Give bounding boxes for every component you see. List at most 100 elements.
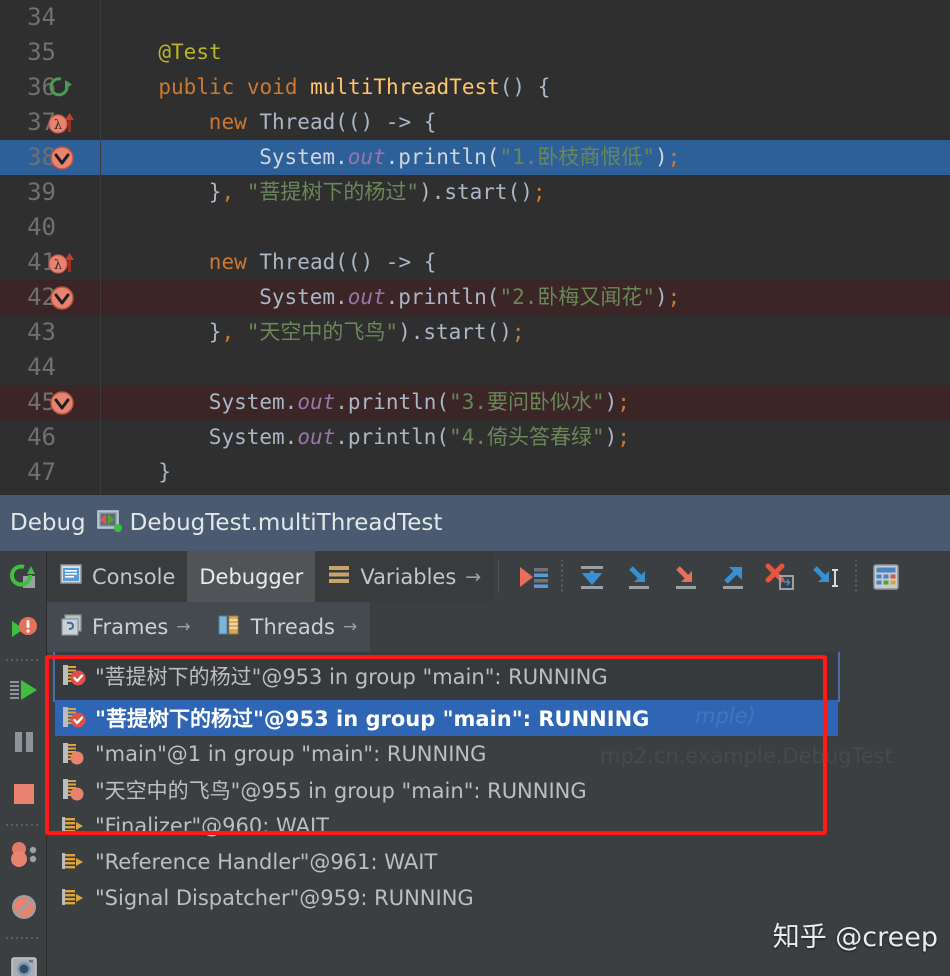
editor-gutter-cell[interactable]: 36 — [0, 70, 100, 105]
code-text: } — [100, 455, 171, 490]
debug-tool-window: Console Debugger Variables → — [0, 551, 950, 976]
thread-label: "菩提树下的杨过"@953 in group "main": RUNNING — [95, 703, 649, 733]
pause-program-button[interactable] — [0, 716, 47, 768]
view-breakpoints-button[interactable] — [0, 829, 47, 881]
line-number: 35 — [8, 35, 56, 70]
code-token: ; — [617, 425, 630, 449]
breakpoint-check-icon[interactable] — [48, 145, 76, 171]
step-out-button[interactable] — [710, 554, 755, 599]
code-text: }, "菩提树下的杨过").start(); — [100, 175, 546, 210]
code-line[interactable]: 38System.out.println("1.卧枝商恨低"); — [0, 140, 950, 175]
editor-gutter-cell[interactable]: 35 — [0, 35, 100, 70]
code-token: System. — [209, 390, 298, 414]
editor-gutter-cell[interactable]: 43 — [0, 315, 100, 350]
code-token: , — [221, 180, 234, 204]
code-text — [100, 210, 108, 245]
code-token: public — [158, 75, 247, 99]
code-line[interactable]: 46System.out.println("4.倚头答春绿"); — [0, 420, 950, 455]
editor-gutter-cell[interactable]: 44 — [0, 350, 100, 385]
tab-variables-move-icon[interactable]: → — [465, 566, 481, 588]
settings-button[interactable] — [0, 942, 47, 976]
editor-gutter-cell[interactable]: 34 — [0, 0, 100, 35]
debug-session-name: DebugTest.multiThreadTest — [130, 510, 443, 536]
code-line[interactable]: 37λnew Thread(() -> { — [0, 105, 950, 140]
thread-list-item[interactable]: "菩提树下的杨过"@953 in group "main": RUNNING — [55, 652, 838, 700]
editor-gutter-cell[interactable]: 38 — [0, 140, 100, 175]
tab-variables[interactable]: Variables → — [315, 551, 493, 602]
editor-gutter-cell[interactable]: 40 — [0, 210, 100, 245]
thread-suspended-check-icon — [61, 705, 87, 731]
code-token: out — [297, 425, 335, 449]
stop-button[interactable] — [0, 768, 47, 820]
code-line[interactable]: 44 — [0, 350, 950, 385]
breakpoint-check-icon[interactable] — [48, 285, 76, 311]
code-line[interactable]: 34 — [0, 0, 950, 35]
code-token: , — [221, 320, 234, 344]
show-execution-point-button[interactable] — [510, 554, 555, 599]
code-token: out — [297, 390, 335, 414]
code-line[interactable]: 39}, "菩提树下的杨过").start(); — [0, 175, 950, 210]
rerun-button[interactable] — [0, 551, 47, 603]
lambda-breakpoint-icon[interactable]: λ — [48, 110, 76, 136]
toolbar-dot-separator — [557, 560, 567, 594]
breakpoint-check-icon[interactable] — [48, 390, 76, 416]
toolbar-dot-separator — [851, 560, 861, 594]
subtab-frames[interactable]: Frames → — [47, 602, 204, 652]
thread-list-item[interactable]: "Reference Handler"@961: WAIT — [55, 844, 838, 880]
editor-gutter-cell[interactable]: 42 — [0, 280, 100, 315]
code-token: ) — [605, 390, 618, 414]
code-token: @Test — [158, 40, 221, 64]
ide-window: 3435@Test36public void multiThreadTest()… — [0, 0, 950, 976]
editor-gutter-cell[interactable]: 37λ — [0, 105, 100, 140]
thread-running-icon — [61, 777, 87, 803]
lambda-breakpoint-icon[interactable]: λ — [48, 250, 76, 276]
subtab-threads[interactable]: Threads → — [204, 602, 371, 652]
thread-list-item[interactable]: "main"@1 in group "main": RUNNING — [55, 736, 838, 772]
editor-gutter-cell[interactable]: 41λ — [0, 245, 100, 280]
code-line[interactable]: 45System.out.println("3.要问卧似水"); — [0, 385, 950, 420]
editor-gutter-cell[interactable]: 45 — [0, 385, 100, 420]
mute-breakpoints-button[interactable] — [0, 881, 47, 933]
thread-suspended-check-icon — [61, 663, 87, 689]
thread-list-item[interactable]: "菩提树下的杨过"@953 in group "main": RUNNING — [55, 700, 838, 736]
rerun-failed-tests-button[interactable] — [0, 603, 47, 655]
code-line[interactable]: 40 — [0, 210, 950, 245]
code-token: System. — [209, 425, 298, 449]
editor-gutter-cell[interactable]: 46 — [0, 420, 100, 455]
drop-frame-button[interactable] — [757, 554, 802, 599]
code-token: multiThreadTest — [310, 75, 500, 99]
resume-program-button[interactable] — [0, 664, 47, 716]
code-text — [100, 0, 108, 35]
run-to-cursor-button[interactable] — [804, 554, 849, 599]
console-icon — [59, 562, 83, 591]
code-line[interactable]: 42System.out.println("2.卧梅又闻花"); — [0, 280, 950, 315]
thread-list-item[interactable]: "Finalizer"@960: WAIT — [55, 808, 838, 844]
code-line[interactable]: 43}, "天空中的飞鸟").start(); — [0, 315, 950, 350]
subtab-threads-move-icon[interactable]: → — [343, 617, 357, 637]
code-line[interactable]: 41λnew Thread(() -> { — [0, 245, 950, 280]
editor-gutter-cell[interactable]: 39 — [0, 175, 100, 210]
thread-list-item[interactable]: "Signal Dispatcher"@959: RUNNING — [55, 880, 838, 916]
editor-gutter-cell[interactable]: 47 — [0, 455, 100, 490]
code-token: "菩提树下的杨过" — [247, 180, 419, 204]
code-line[interactable]: 47} — [0, 455, 950, 490]
step-over-button[interactable] — [569, 554, 614, 599]
tab-console[interactable]: Console — [47, 551, 187, 602]
code-lines[interactable]: 3435@Test36public void multiThreadTest()… — [0, 0, 950, 495]
run-icon[interactable] — [48, 75, 76, 101]
code-editor[interactable]: 3435@Test36public void multiThreadTest()… — [0, 0, 950, 495]
tab-debugger[interactable]: Debugger — [187, 551, 315, 602]
line-number: 40 — [8, 210, 56, 245]
code-token: ; — [668, 285, 681, 309]
subtab-frames-move-icon[interactable]: → — [176, 617, 190, 637]
code-line[interactable]: 36public void multiThreadTest() { — [0, 70, 950, 105]
thread-running-icon — [61, 741, 87, 767]
code-line[interactable]: 35 @Test — [0, 35, 950, 70]
step-into-button[interactable] — [616, 554, 661, 599]
thread-label: "Finalizer"@960: WAIT — [95, 814, 329, 838]
evaluate-expression-button[interactable] — [863, 554, 908, 599]
threads-list-inner[interactable]: "菩提树下的杨过"@953 in group "main": RUNNING"菩… — [55, 652, 838, 976]
code-text: }, "天空中的飞鸟").start(); — [100, 315, 525, 350]
thread-list-item[interactable]: "天空中的飞鸟"@955 in group "main": RUNNING — [55, 772, 838, 808]
force-step-into-button[interactable] — [663, 554, 708, 599]
